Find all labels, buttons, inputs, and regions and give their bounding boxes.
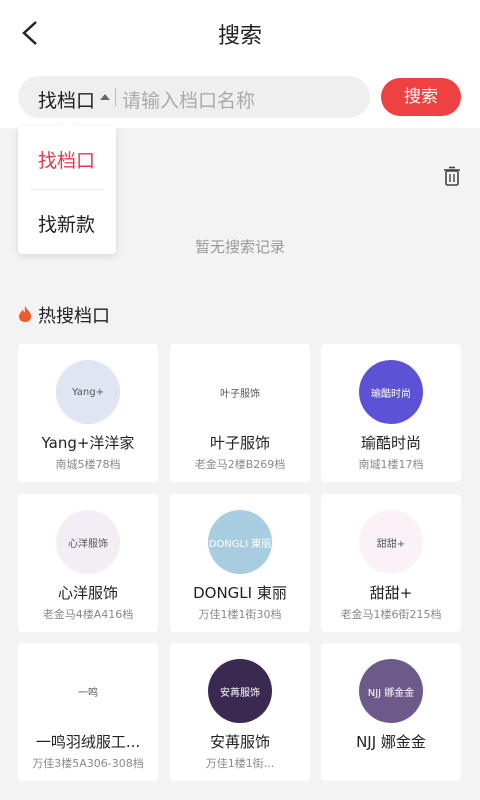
shop-card[interactable]: NJJ 娜金金 NJJ 娜金金 [321, 643, 461, 781]
shop-logo: Yang+ [56, 360, 120, 424]
shop-name: 甜甜+ [369, 584, 413, 602]
hot-stalls-title-text: 热搜档口 [38, 306, 110, 327]
search-box[interactable]: 找档口 请输入档口名称 [18, 76, 370, 118]
shop-card[interactable]: 一鸣一鸣羽绒服工... 万佳3楼5A306-308档 [18, 643, 158, 781]
shop-logo-text: 甜甜+ [376, 538, 406, 550]
trash-icon[interactable] [443, 166, 461, 186]
shop-logo-text: 叶子服饰 [220, 388, 260, 400]
shop-location: 南城5楼78档 [55, 458, 121, 471]
shop-logo-text: Yang+ [72, 386, 104, 398]
shop-name: NJJ 娜金金 [356, 733, 426, 751]
dropdown-item-new-style[interactable]: 找新款 [38, 210, 95, 237]
caret-up-icon [100, 94, 110, 100]
shop-logo-text: 瑜酷时尚 [371, 388, 411, 400]
shop-name: 安苒服饰 [209, 733, 270, 751]
shop-logo: 一鸣 [56, 659, 120, 723]
shop-logo: 瑜酷时尚 [359, 360, 423, 424]
shop-logo-text: 一鸣 [78, 687, 98, 699]
shop-logo-text: NJJ 娜金金 [367, 687, 415, 699]
shop-name: 叶子服饰 [209, 434, 270, 452]
shop-location: 南城1楼17档 [358, 458, 424, 471]
shop-logo: NJJ 娜金金 [359, 659, 423, 723]
shop-logo-text: 心洋服饰 [68, 538, 108, 550]
shop-location: 万佳1楼1街30档 [198, 608, 282, 621]
shop-card[interactable]: DONGLI 東丽 DONGLI 東丽 万佳1楼1街30档 [170, 494, 310, 632]
shop-card[interactable]: 瑜酷时尚 瑜酷时尚 南城1楼17档 [321, 344, 461, 482]
shop-card[interactable]: Yang+ Yang+洋洋家南城5楼78档 [18, 344, 158, 482]
shop-logo: 心洋服饰 [56, 510, 120, 574]
shop-name: 心洋服饰 [57, 584, 118, 602]
shop-location: 万佳3楼5A306-308档 [32, 757, 144, 770]
shop-card[interactable]: 甜甜+ 甜甜+ 老金马1楼6街215档 [321, 494, 461, 632]
search-type-selector[interactable]: 找档口 [38, 86, 95, 113]
shop-logo: 叶子服饰 [208, 360, 272, 424]
shop-card[interactable]: 心洋服饰 心洋服饰 老金马4楼A416档 [18, 494, 158, 632]
divider [115, 88, 116, 106]
search-button[interactable]: 搜索 [381, 78, 461, 116]
search-type-dropdown: 找档口 找新款 [18, 119, 116, 254]
shop-location: 万佳1楼1街... [205, 757, 275, 770]
shop-logo: DONGLI 東丽 [208, 510, 272, 574]
shop-location: 老金马1楼6街215档 [340, 608, 442, 621]
shop-location: 老金马2楼B269档 [194, 458, 286, 471]
dropdown-arrow [60, 119, 76, 127]
page-title: 搜索 [217, 24, 262, 49]
shop-name: 一鸣羽绒服工... [35, 733, 141, 751]
search-input[interactable]: 请输入档口名称 [122, 86, 255, 113]
shop-logo: 安苒服饰 [208, 659, 272, 723]
shop-name: DONGLI 東丽 [193, 584, 287, 602]
shop-name: 瑜酷时尚 [360, 434, 421, 452]
shop-card[interactable]: 安苒服饰 安苒服饰 万佳1楼1街... [170, 643, 310, 781]
shop-location: 老金马4楼A416档 [42, 608, 134, 621]
shop-card[interactable]: 叶子服饰 叶子服饰 老金马2楼B269档 [170, 344, 310, 482]
shop-logo-text: DONGLI 東丽 [208, 538, 272, 550]
shop-logo: 甜甜+ [359, 510, 423, 574]
shop-logo-text: 安苒服饰 [220, 687, 260, 699]
header: 搜索 [0, 0, 480, 66]
dropdown-item-stall[interactable]: 找档口 [38, 146, 95, 173]
dropdown-separator [30, 189, 104, 190]
hot-stalls-title: 热搜档口 [18, 302, 110, 328]
shop-name: Yang+洋洋家 [41, 434, 135, 452]
